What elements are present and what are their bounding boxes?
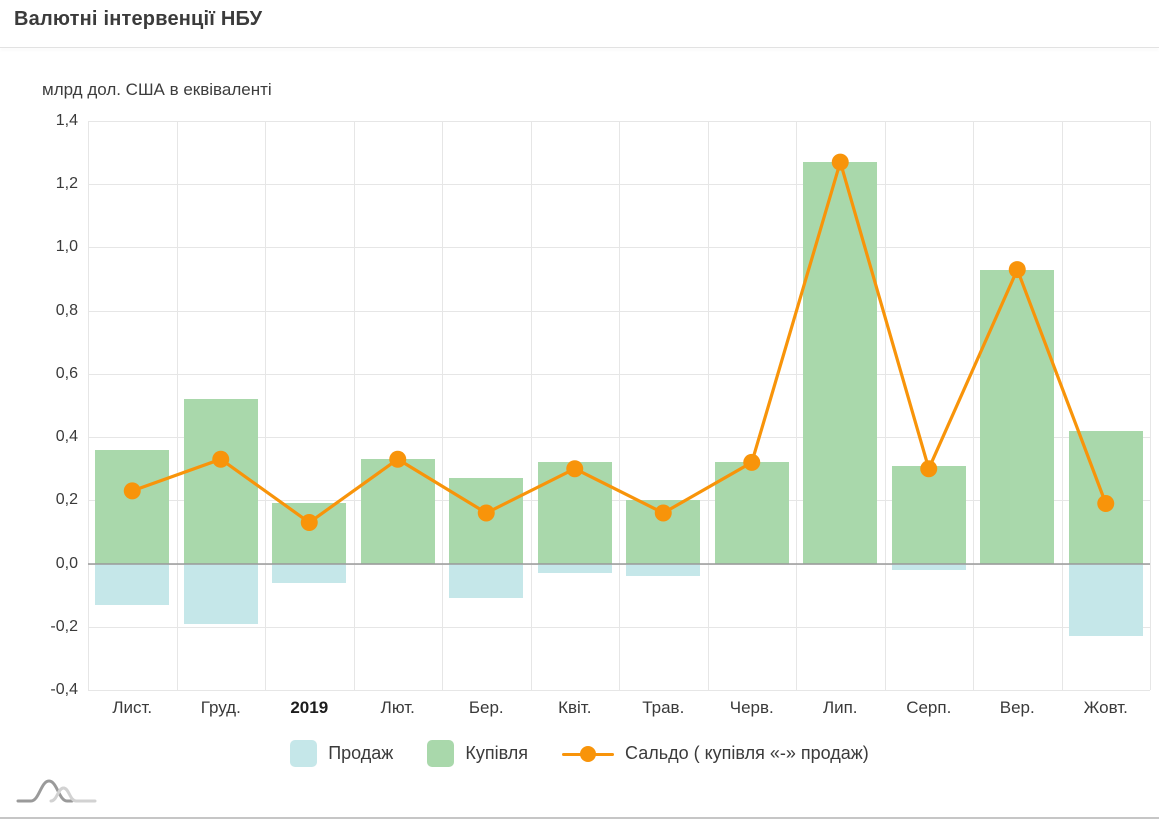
- saldo-point[interactable]: [1009, 261, 1026, 278]
- x-axis-tick-label: Бер.: [441, 698, 531, 718]
- x-axis-tick-label: Груд.: [176, 698, 266, 718]
- x-axis-tick-label: Вер.: [972, 698, 1062, 718]
- y-axis-tick-label: 0,2: [0, 491, 78, 509]
- legend-label-saldo: Сальдо ( купівля «-» продаж): [625, 743, 869, 764]
- chart-widget: Валютні інтервенції НБУ млрд дол. США в …: [0, 0, 1159, 822]
- logo-dark-wave-icon: [18, 781, 72, 801]
- x-axis-tick-label: Лист.: [87, 698, 177, 718]
- legend-item-saldo[interactable]: Сальдо ( купівля «-» продаж): [562, 743, 869, 764]
- plot-area: [88, 121, 1150, 690]
- y-axis-tick-label: 0,6: [0, 365, 78, 383]
- saldo-point[interactable]: [832, 154, 849, 171]
- legend-label-sale: Продаж: [328, 743, 393, 764]
- x-axis-tick-label: Жовт.: [1061, 698, 1151, 718]
- legend-item-sale[interactable]: Продаж: [290, 740, 393, 767]
- x-axis-tick-label: 2019: [264, 698, 354, 718]
- saldo-line-icon: [562, 746, 614, 762]
- x-axis-tick-label: Лют.: [353, 698, 443, 718]
- saldo-point[interactable]: [1097, 495, 1114, 512]
- y-axis-tick-label: -0,4: [0, 681, 78, 699]
- chart-title: Валютні інтервенції НБУ: [14, 8, 262, 31]
- saldo-point[interactable]: [212, 451, 229, 468]
- legend-item-buy[interactable]: Купівля: [427, 740, 528, 767]
- x-axis-tick-label: Серп.: [884, 698, 974, 718]
- x-axis-tick-label: Трав.: [618, 698, 708, 718]
- y-axis-tick-label: -0,2: [0, 618, 78, 636]
- saldo-point[interactable]: [566, 460, 583, 477]
- saldo-point[interactable]: [301, 514, 318, 531]
- y-axis-tick-label: 0,0: [0, 555, 78, 573]
- x-axis-tick-label: Квіт.: [530, 698, 620, 718]
- header-divider: [0, 47, 1159, 48]
- saldo-point[interactable]: [478, 504, 495, 521]
- saldo-line: [132, 162, 1106, 522]
- buy-swatch-icon: [427, 740, 454, 767]
- saldo-point[interactable]: [743, 454, 760, 471]
- saldo-line-series: [88, 121, 1150, 690]
- legend-label-buy: Купівля: [465, 743, 528, 764]
- y-axis-tick-label: 0,8: [0, 302, 78, 320]
- sale-swatch-icon: [290, 740, 317, 767]
- y-axis-title: млрд дол. США в еквіваленті: [42, 80, 272, 100]
- x-axis-tick-label: Черв.: [707, 698, 797, 718]
- gridline-horizontal: [88, 690, 1150, 691]
- gridline-vertical: [1150, 121, 1151, 690]
- y-axis-tick-label: 1,0: [0, 238, 78, 256]
- y-axis-tick-label: 0,4: [0, 428, 78, 446]
- saldo-point[interactable]: [124, 482, 141, 499]
- y-axis-tick-label: 1,2: [0, 175, 78, 193]
- bottom-divider: [0, 817, 1159, 819]
- saldo-point[interactable]: [920, 460, 937, 477]
- x-axis-tick-label: Лип.: [795, 698, 885, 718]
- saldo-point[interactable]: [389, 451, 406, 468]
- legend: Продаж Купівля Сальдо ( купівля «-» прод…: [0, 740, 1159, 767]
- y-axis-tick-label: 1,4: [0, 112, 78, 130]
- saldo-point[interactable]: [655, 504, 672, 521]
- amcharts-logo[interactable]: [16, 776, 98, 806]
